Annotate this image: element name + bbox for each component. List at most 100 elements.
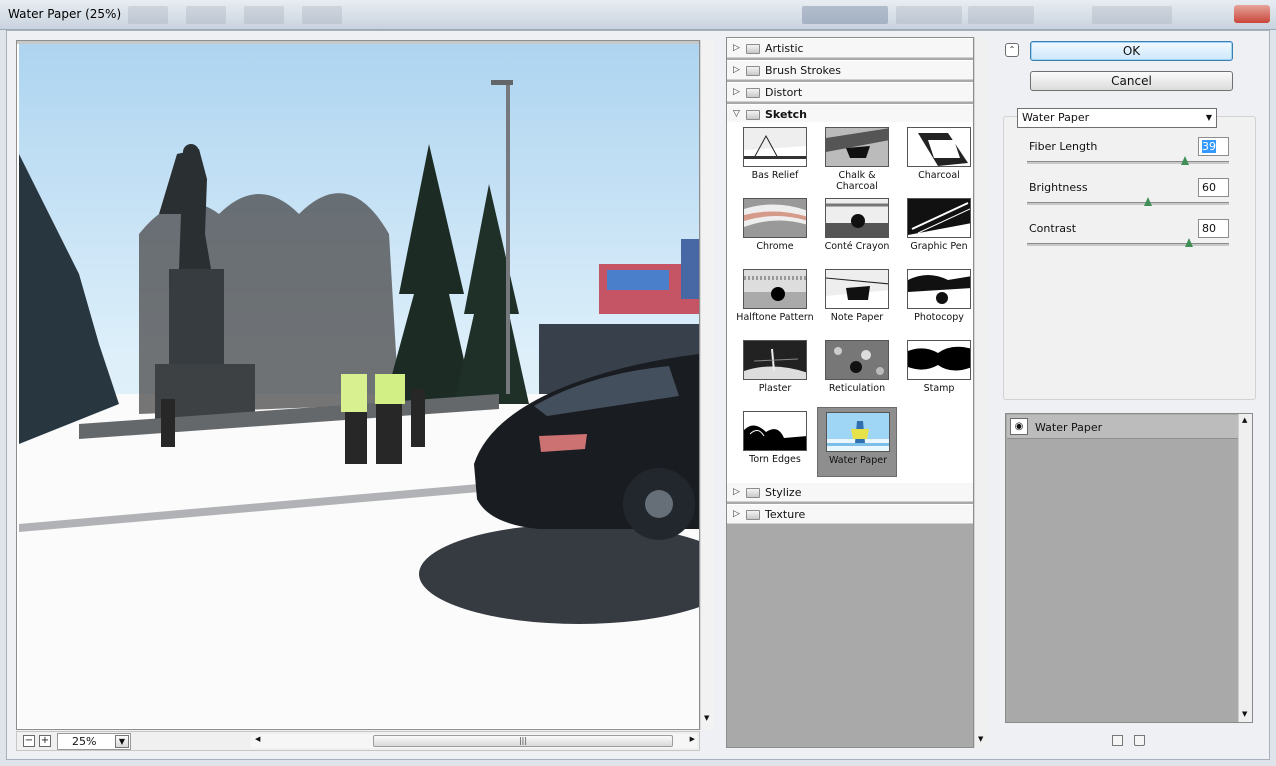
- scroll-thumb[interactable]: |||: [373, 735, 673, 747]
- chevron-down-icon[interactable]: ▼: [115, 735, 129, 748]
- trash-icon[interactable]: [1134, 735, 1145, 746]
- scroll-down-icon[interactable]: ▼: [704, 714, 709, 722]
- filter-preview-thumbnail: [743, 198, 807, 238]
- folder-icon: [746, 110, 760, 120]
- preview-vertical-scrollbar[interactable]: ▼: [700, 40, 714, 730]
- filter-thumb-chalk-charcoal[interactable]: Chalk & Charcoal: [817, 123, 897, 193]
- slider-knob[interactable]: [1184, 238, 1193, 247]
- filter-category-label: Distort: [765, 86, 803, 99]
- preview-image[interactable]: [19, 44, 699, 728]
- filter-category-brush-strokes[interactable]: ▷ Brush Strokes: [727, 60, 973, 80]
- title-bar: Water Paper (25%): [0, 0, 1276, 30]
- filter-preview-thumbnail: [743, 127, 807, 167]
- folder-icon: [746, 510, 760, 520]
- filter-thumb-note-paper[interactable]: Note Paper: [817, 265, 897, 335]
- param-input-fiber-length[interactable]: 39: [1198, 137, 1229, 156]
- filter-preview-thumbnail: [907, 198, 971, 238]
- chevron-down-icon: ▼: [1205, 113, 1212, 122]
- triangle-down-icon[interactable]: ▽: [733, 109, 740, 119]
- filter-thumb-chrome[interactable]: Chrome: [735, 194, 815, 264]
- effect-layer-row[interactable]: ◉ Water Paper: [1007, 415, 1238, 439]
- filter-category-sketch[interactable]: ▽ Sketch: [727, 104, 973, 124]
- param-slider-track[interactable]: [1027, 202, 1229, 205]
- filter-preview-thumbnail: [825, 198, 889, 238]
- folder-icon: [746, 66, 760, 76]
- filter-category-label: Texture: [765, 508, 806, 521]
- triangle-right-icon[interactable]: ▷: [733, 509, 740, 519]
- filter-category-distort[interactable]: ▷ Distort: [727, 82, 973, 102]
- triangle-right-icon[interactable]: ▷: [733, 487, 740, 497]
- filter-thumb-halftone-pattern[interactable]: Halftone Pattern: [735, 265, 815, 335]
- param-label-brightness: Brightness: [1029, 181, 1088, 194]
- scroll-left-icon[interactable]: ◀: [255, 735, 260, 743]
- filter-category-texture[interactable]: ▷ Texture: [727, 504, 973, 524]
- eye-icon[interactable]: ◉: [1010, 418, 1028, 435]
- zoom-select[interactable]: 25% ▼: [57, 733, 131, 750]
- filter-category-label: Artistic: [765, 42, 804, 55]
- layers-scrollbar[interactable]: ▲ ▼: [1238, 414, 1252, 722]
- collapse-gallery-button[interactable]: ⌃: [1005, 43, 1019, 57]
- filter-thumb-torn-edges[interactable]: Torn Edges: [735, 407, 815, 477]
- filter-thumb-label: Charcoal: [918, 170, 960, 181]
- filter-thumb-label: Bas Relief: [751, 170, 799, 181]
- filter-thumb-label: Water Paper: [828, 455, 887, 466]
- param-input-contrast[interactable]: 80: [1198, 219, 1229, 238]
- preview-panel: [16, 40, 700, 730]
- filter-thumb-cont-crayon[interactable]: Conté Crayon: [817, 194, 897, 264]
- slider-knob[interactable]: [1144, 197, 1153, 206]
- bg-toolbar-ghost: [244, 6, 284, 24]
- filter-thumb-charcoal[interactable]: Charcoal: [899, 123, 979, 193]
- filter-thumb-stamp[interactable]: Stamp: [899, 336, 979, 406]
- triangle-right-icon[interactable]: ▷: [733, 43, 740, 53]
- scroll-right-icon[interactable]: ▶: [690, 735, 695, 743]
- filter-category-stylize[interactable]: ▷ Stylize: [727, 482, 973, 502]
- param-input-brightness[interactable]: 60: [1198, 178, 1229, 197]
- filter-thumb-plaster[interactable]: Plaster: [735, 336, 815, 406]
- filter-gallery: ▷ Artistic ▷ Brush Strokes ▷ Distort ▽ Sketch B…: [726, 37, 974, 748]
- scroll-up-icon[interactable]: ▲: [1242, 416, 1247, 424]
- preview-horizontal-scrollbar[interactable]: ◀ ||| ▶: [251, 734, 697, 748]
- triangle-right-icon[interactable]: ▷: [733, 87, 740, 97]
- close-button[interactable]: [1234, 5, 1270, 23]
- triangle-right-icon[interactable]: ▷: [733, 65, 740, 75]
- filter-thumb-label: Chalk & Charcoal: [836, 170, 878, 192]
- filter-select[interactable]: Water Paper ▼: [1017, 108, 1217, 128]
- filter-thumb-label: Note Paper: [830, 312, 884, 323]
- bg-workspace-ghost: [802, 6, 888, 24]
- slider-knob[interactable]: [1180, 156, 1189, 165]
- bg-toolbar-ghost: [302, 6, 342, 24]
- sketch-thumbnail-grid: Bas Relief Chalk & Charcoal Charcoal Chrome…: [727, 122, 973, 482]
- gallery-scrollbar[interactable]: ▼: [974, 37, 988, 748]
- cancel-button[interactable]: Cancel: [1030, 71, 1233, 91]
- ok-button[interactable]: OK: [1030, 41, 1233, 61]
- filter-thumb-label: Torn Edges: [749, 454, 801, 465]
- scroll-down-icon[interactable]: ▼: [1242, 710, 1247, 718]
- param-slider-track[interactable]: [1027, 243, 1229, 246]
- bg-toolbar-ghost: [128, 6, 168, 24]
- zoom-in-button[interactable]: +: [39, 735, 51, 747]
- preview-photo-svg: [19, 44, 699, 728]
- filter-thumb-graphic-pen[interactable]: Graphic Pen: [899, 194, 979, 264]
- param-slider-track[interactable]: [1027, 161, 1229, 164]
- param-value: 39: [1202, 140, 1216, 153]
- filter-thumb-bas-relief[interactable]: Bas Relief: [735, 123, 815, 193]
- filter-preview-thumbnail: [907, 340, 971, 380]
- filter-preview-thumbnail: [907, 269, 971, 309]
- new-layer-icon[interactable]: [1112, 735, 1123, 746]
- filter-thumb-reticulation[interactable]: Reticulation: [817, 336, 897, 406]
- filter-category-artistic[interactable]: ▷ Artistic: [727, 38, 973, 58]
- filter-thumb-label: Stamp: [923, 383, 955, 394]
- filter-thumb-water-paper[interactable]: Water Paper: [817, 407, 897, 477]
- window-title: Water Paper (25%): [8, 7, 122, 21]
- filter-category-label: Brush Strokes: [765, 64, 842, 77]
- filter-preview-thumbnail: [826, 412, 890, 452]
- scroll-down-icon[interactable]: ▼: [978, 735, 983, 743]
- scroll-grip: |||: [518, 736, 528, 745]
- filter-thumb-photocopy[interactable]: Photocopy: [899, 265, 979, 335]
- bg-workspace-ghost: [968, 6, 1034, 24]
- zoom-value: 25%: [72, 735, 97, 748]
- zoom-out-button[interactable]: −: [23, 735, 35, 747]
- filter-preview-thumbnail: [743, 411, 807, 451]
- folder-icon: [746, 488, 760, 498]
- bg-workspace-ghost: [896, 6, 962, 24]
